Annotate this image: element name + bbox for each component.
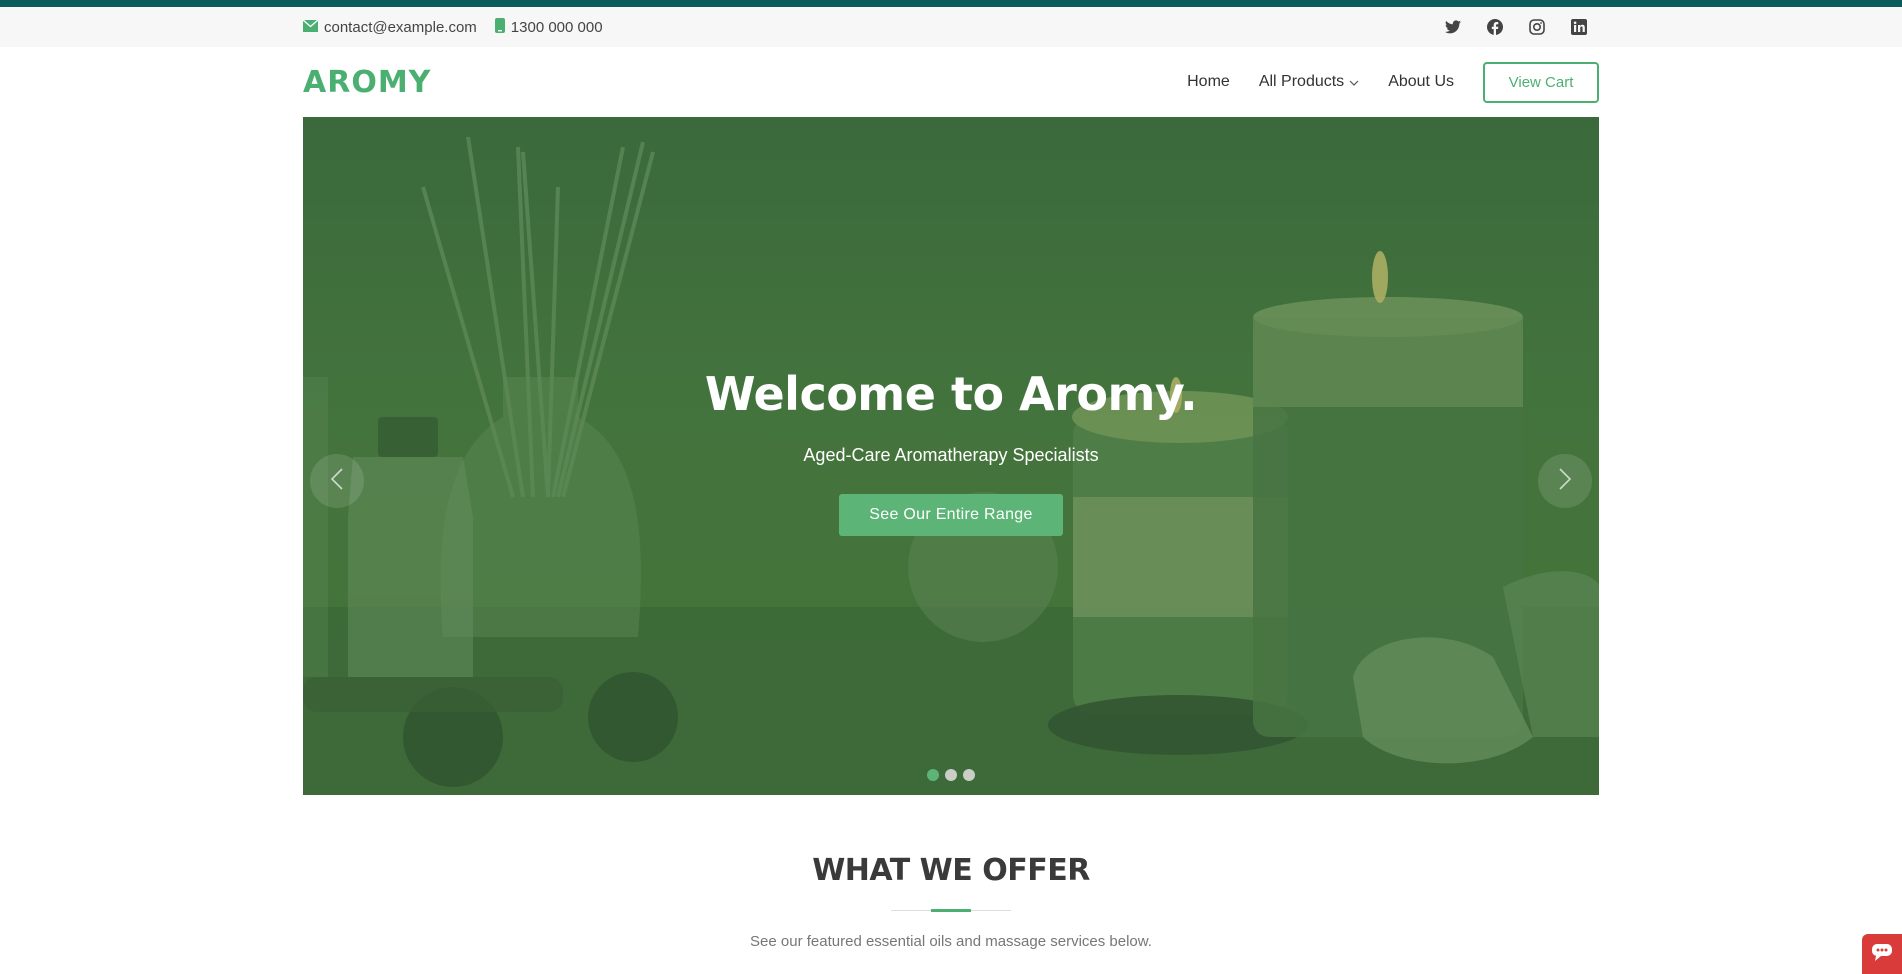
carousel-dot-1[interactable] bbox=[927, 769, 939, 781]
carousel-dot-2[interactable] bbox=[945, 769, 957, 781]
see-entire-range-label: See Our Entire Range bbox=[869, 506, 1033, 523]
phone-contact[interactable]: 1300 000 000 bbox=[494, 17, 603, 37]
twitter-icon[interactable] bbox=[1443, 17, 1463, 37]
see-entire-range-button[interactable]: See Our Entire Range bbox=[839, 494, 1063, 536]
chevron-down-icon bbox=[1349, 73, 1359, 91]
hero-subtitle: Aged-Care Aromatherapy Specialists bbox=[803, 445, 1099, 465]
carousel-dot-3[interactable] bbox=[963, 769, 975, 781]
hero-content: Welcome to Aromy. Aged-Care Aromatherapy… bbox=[303, 367, 1599, 536]
hero-title: Welcome to Aromy. bbox=[704, 367, 1198, 421]
nav-all-products-label: All Products bbox=[1258, 73, 1345, 90]
offer-divider bbox=[891, 909, 1011, 912]
view-cart-button[interactable]: View Cart bbox=[1483, 61, 1599, 103]
chat-widget-button[interactable] bbox=[1862, 934, 1902, 974]
site-header: AROMY Home All Products About Us View Ca… bbox=[0, 47, 1902, 117]
nav-all-products[interactable]: All Products bbox=[1259, 73, 1359, 91]
nav-home[interactable]: Home bbox=[1187, 73, 1230, 91]
phone-icon bbox=[494, 17, 505, 37]
offer-subtitle: See our featured essential oils and mass… bbox=[750, 933, 1152, 950]
email-text: contact@example.com bbox=[324, 18, 477, 36]
linkedin-icon[interactable] bbox=[1569, 17, 1589, 37]
email-contact[interactable]: contact@example.com bbox=[302, 18, 477, 36]
view-cart-label: View Cart bbox=[1508, 73, 1574, 91]
offer-title: WHAT WE OFFER bbox=[812, 853, 1090, 888]
logo[interactable]: AROMY bbox=[303, 47, 431, 117]
hero-carousel: Welcome to Aromy. Aged-Care Aromatherapy… bbox=[303, 117, 1599, 795]
nav-about-us[interactable]: About Us bbox=[1388, 73, 1454, 91]
contact-info: contact@example.com 1300 000 000 bbox=[302, 7, 603, 47]
nav-about-us-label: About Us bbox=[1388, 73, 1454, 90]
top-accent-strip bbox=[0, 0, 1902, 7]
offer-section: WHAT WE OFFER See our featured essential… bbox=[0, 795, 1902, 950]
facebook-icon[interactable] bbox=[1485, 17, 1505, 37]
top-bar: contact@example.com 1300 000 000 bbox=[0, 7, 1902, 47]
social-links bbox=[1443, 7, 1589, 47]
chat-icon bbox=[1870, 942, 1894, 967]
phone-text: 1300 000 000 bbox=[510, 18, 603, 36]
carousel-indicators bbox=[303, 769, 1599, 781]
nav-home-label: Home bbox=[1187, 73, 1230, 90]
envelope-icon bbox=[302, 18, 319, 36]
instagram-icon[interactable] bbox=[1527, 17, 1547, 37]
main-nav: Home All Products About Us View Cart bbox=[1187, 47, 1599, 117]
